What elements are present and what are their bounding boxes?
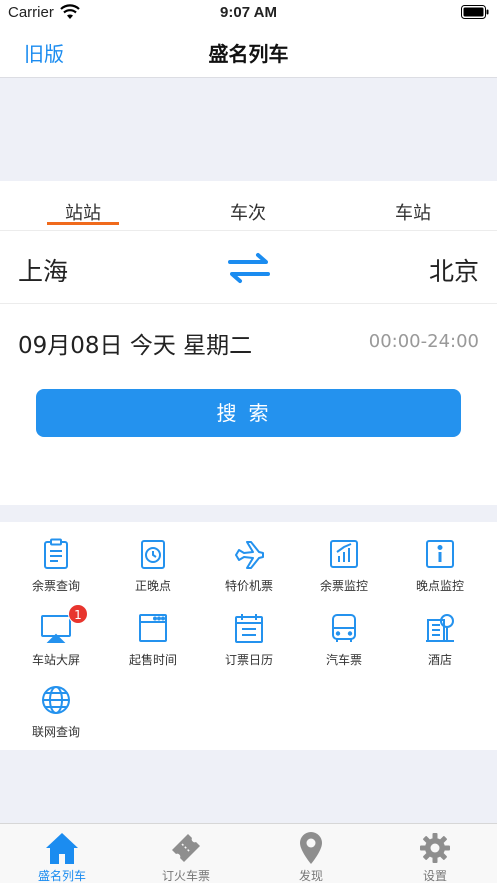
grid-item-label: 酒店 xyxy=(427,653,452,667)
tabbar-label: 设置 xyxy=(422,869,447,883)
active-tab-indicator xyxy=(47,222,119,225)
grid-item-sale-time[interactable]: 起售时间 xyxy=(103,596,203,668)
grid-item-label: 余票监控 xyxy=(319,579,368,593)
notification-badge: 1 xyxy=(68,604,88,624)
navigation-bar: 旧版 盛名列车 xyxy=(0,26,497,78)
grid-item-booking-calendar[interactable]: 订票日历 xyxy=(199,596,299,668)
grid-item-ticket-monitor[interactable]: 余票监控 xyxy=(294,522,394,594)
bottom-tab-bar: 盛名列车 订火车票 发现 设置 xyxy=(0,823,497,883)
departure-date[interactable]: 09月08日 今天 星期二 xyxy=(18,326,252,360)
screen-icon xyxy=(41,615,71,643)
departure-station[interactable]: 上海 xyxy=(18,252,68,288)
chart-icon xyxy=(330,540,358,568)
grid-item-label: 余票查询 xyxy=(31,579,80,593)
grid-item-station-screen[interactable]: 1 车站大屏 xyxy=(6,596,106,668)
grid-item-label: 正晚点 xyxy=(134,579,171,593)
grid-item-bus-tickets[interactable]: 汽车票 xyxy=(294,596,394,668)
tabbar-label: 发现 xyxy=(298,869,323,883)
location-pin-icon xyxy=(300,832,322,864)
status-bar: Carrier 9:07 AM xyxy=(0,0,497,26)
page-title: 盛名列车 xyxy=(208,42,289,66)
tabbar-label: 盛名列车 xyxy=(37,869,86,883)
tabbar-book-tickets[interactable]: 订火车票 xyxy=(136,824,236,883)
grid-item-remaining-tickets[interactable]: 余票查询 xyxy=(6,522,106,594)
search-button[interactable]: 搜索 xyxy=(36,389,461,437)
hotel-icon xyxy=(426,614,454,642)
grid-item-label: 晚点监控 xyxy=(415,579,464,593)
globe-icon xyxy=(42,686,70,714)
tabbar-settings[interactable]: 设置 xyxy=(385,824,485,883)
grid-item-on-time[interactable]: 正晚点 xyxy=(103,522,203,594)
grid-item-label: 特价机票 xyxy=(224,579,273,593)
tabbar-home[interactable]: 盛名列车 xyxy=(12,824,112,883)
feature-grid: 余票查询 正晚点 特价机票 余票监控 晚点监控 1 车站大屏 起售时间 订票日历… xyxy=(0,522,497,750)
grid-item-label: 订票日历 xyxy=(224,653,273,667)
grid-item-delay-monitor[interactable]: 晚点监控 xyxy=(390,522,490,594)
window-icon xyxy=(139,614,167,642)
grid-item-label: 车站大屏 xyxy=(31,653,80,667)
search-panel: 站站 车次 车站 上海 北京 09月08日 今天 星期二 00:00-24:00… xyxy=(0,181,497,505)
gear-icon xyxy=(420,833,450,863)
grid-item-label: 汽车票 xyxy=(325,653,362,667)
swap-stations-icon[interactable] xyxy=(226,250,272,286)
time-range[interactable]: 00:00-24:00 xyxy=(369,331,479,352)
clock-time: 9:07 AM xyxy=(220,4,277,21)
battery-icon xyxy=(461,5,489,19)
airplane-icon xyxy=(235,541,264,569)
tab-station[interactable]: 车站 xyxy=(363,199,463,225)
grid-item-label: 联网查询 xyxy=(31,725,80,739)
calendar-icon xyxy=(235,614,263,643)
grid-item-hotel[interactable]: 酒店 xyxy=(390,596,490,668)
home-icon xyxy=(46,833,78,864)
grid-item-online-query[interactable]: 联网查询 xyxy=(6,668,106,740)
clock-icon xyxy=(141,540,165,569)
date-row[interactable]: 09月08日 今天 星期二 00:00-24:00 xyxy=(0,304,497,376)
clipboard-icon xyxy=(44,538,68,569)
arrival-station[interactable]: 北京 xyxy=(429,252,479,288)
ticket-icon xyxy=(172,834,200,862)
tabbar-discover[interactable]: 发现 xyxy=(261,824,361,883)
search-tabs: 站站 车次 车站 xyxy=(0,181,497,231)
tabbar-label: 订火车票 xyxy=(161,869,210,883)
station-row: 上海 北京 xyxy=(0,231,497,304)
bus-icon xyxy=(332,614,356,642)
grid-item-flights[interactable]: 特价机票 xyxy=(199,522,299,594)
tab-train-number[interactable]: 车次 xyxy=(198,199,298,225)
info-icon xyxy=(426,540,454,568)
grid-item-label: 起售时间 xyxy=(128,653,177,667)
